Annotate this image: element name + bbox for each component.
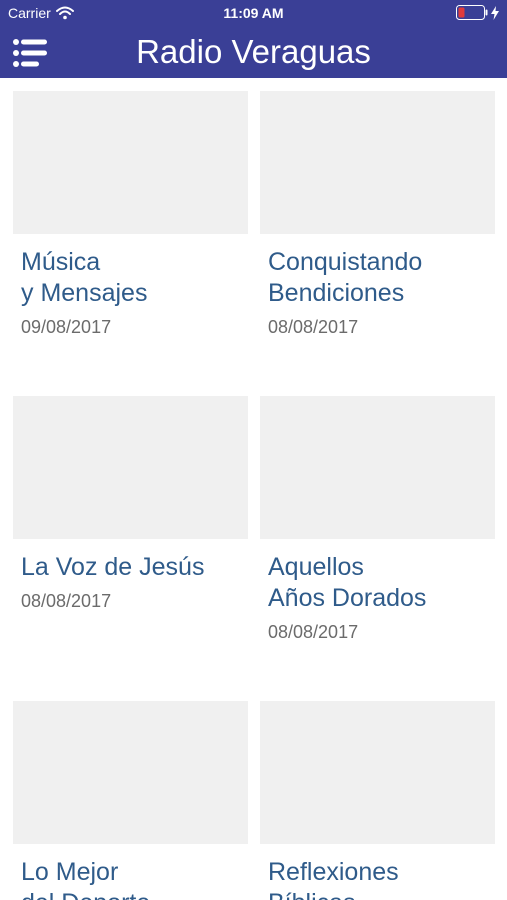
program-thumbnail: [13, 701, 248, 844]
program-thumbnail: [260, 91, 495, 234]
app-header: Carrier 11:09 AM Radio Veraguas: [0, 0, 507, 78]
program-card[interactable]: Aquellos Años Dorados 08/08/2017: [260, 396, 495, 643]
program-title: Conquistando Bendiciones: [268, 248, 423, 307]
battery-indicator: [456, 5, 499, 20]
program-grid: Música y Mensajes 09/08/2017 Conquistand…: [0, 78, 507, 900]
status-bar: Carrier 11:09 AM: [0, 0, 507, 28]
status-time: 11:09 AM: [223, 5, 284, 21]
program-card[interactable]: Lo Mejor del Deporte: [13, 701, 248, 900]
program-date: 08/08/2017: [268, 622, 359, 642]
program-title: Aquellos Años Dorados: [268, 553, 427, 612]
program-date: 09/08/2017: [21, 317, 112, 337]
program-title: Música y Mensajes: [21, 248, 148, 307]
app-screen: Carrier 11:09 AM Radio Veraguas Música y…: [0, 0, 507, 900]
program-card[interactable]: La Voz de Jesús 08/08/2017: [13, 396, 248, 612]
program-thumbnail: [13, 396, 248, 539]
battery-icon: [456, 5, 488, 20]
program-card[interactable]: Reflexiones Bíblicas: [260, 701, 495, 900]
program-date: 08/08/2017: [268, 317, 359, 337]
app-title: Radio Veraguas: [136, 33, 371, 70]
program-title: La Voz de Jesús: [21, 553, 205, 581]
program-title: Reflexiones Bíblicas: [268, 858, 399, 900]
charging-bolt-icon: [491, 5, 499, 20]
program-card[interactable]: Conquistando Bendiciones 08/08/2017: [260, 91, 495, 338]
program-thumbnail: [13, 91, 248, 234]
program-thumbnail: [260, 701, 495, 844]
program-date: 08/08/2017: [21, 591, 112, 611]
program-card[interactable]: Música y Mensajes 09/08/2017: [13, 91, 248, 338]
navigation-bar: Radio Veraguas: [0, 28, 507, 78]
program-title: Lo Mejor del Deporte: [21, 858, 150, 900]
program-thumbnail: [260, 396, 495, 539]
